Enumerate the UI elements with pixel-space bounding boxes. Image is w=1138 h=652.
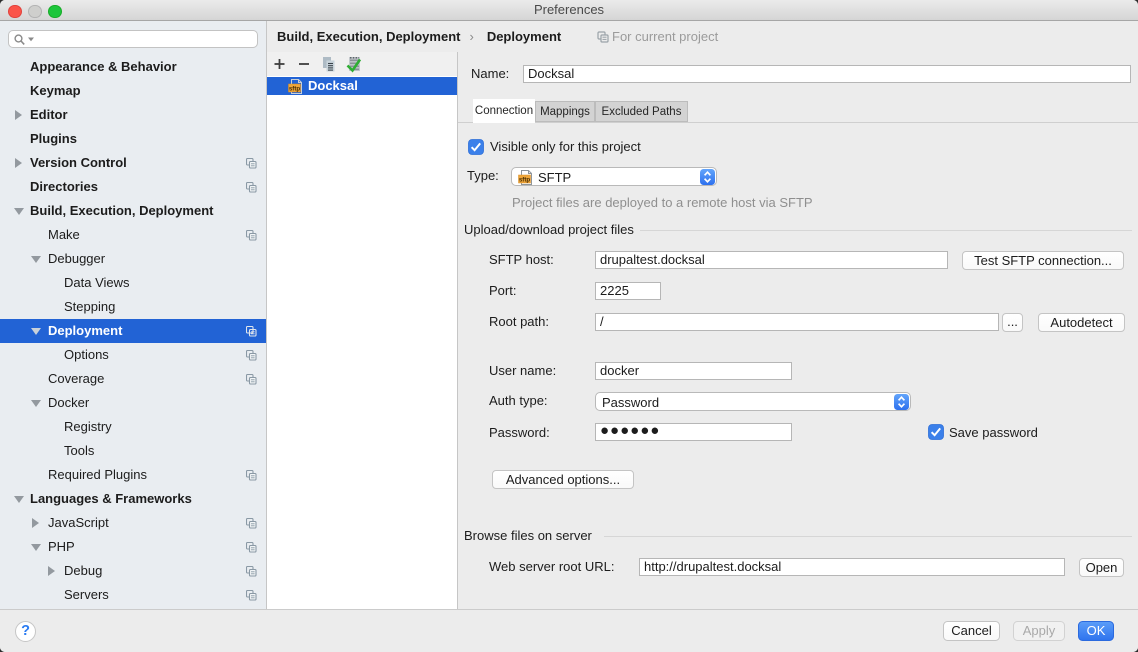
svg-text:sftp: sftp bbox=[289, 85, 301, 92]
svg-text:sftp: sftp bbox=[519, 176, 531, 183]
